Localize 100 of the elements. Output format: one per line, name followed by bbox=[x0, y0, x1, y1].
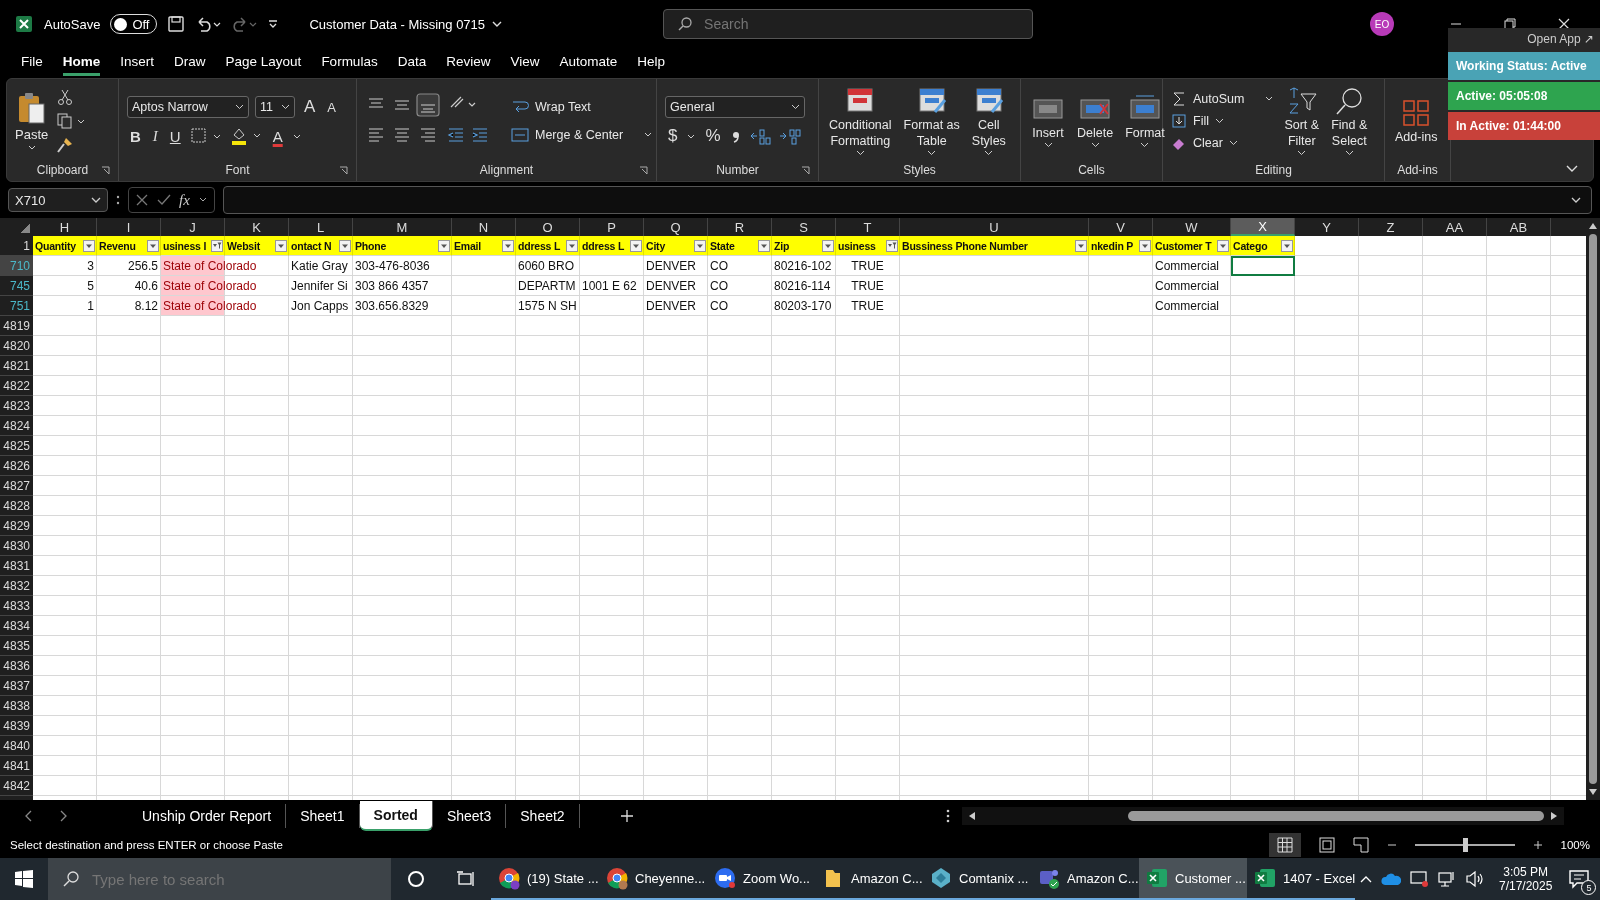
horizontal-scrollbar[interactable] bbox=[962, 807, 1564, 825]
browser-icon[interactable] bbox=[605, 866, 629, 890]
search-field[interactable]: Search bbox=[663, 9, 1034, 39]
page-layout-icon[interactable] bbox=[1318, 837, 1335, 853]
filter-dropdown-icon[interactable] bbox=[438, 239, 450, 252]
italic-button[interactable]: I bbox=[149, 127, 161, 145]
browser-icon[interactable] bbox=[497, 866, 521, 890]
vertical-scrollbar[interactable] bbox=[1586, 218, 1600, 800]
more-icon[interactable] bbox=[946, 809, 950, 823]
cells-button[interactable]: Delete bbox=[1077, 125, 1114, 141]
caret-icon[interactable] bbox=[26, 143, 37, 152]
fill-down-icon[interactable] bbox=[1171, 113, 1187, 129]
start-icon[interactable] bbox=[14, 869, 34, 889]
add-sheet-icon[interactable] bbox=[619, 809, 634, 823]
styles-button[interactable]: Conditional Formatting bbox=[829, 117, 892, 149]
caret-icon[interactable] bbox=[927, 150, 937, 156]
percent-button[interactable]: % bbox=[702, 126, 724, 146]
save-icon[interactable] bbox=[167, 15, 186, 33]
ribbon-tab[interactable]: Page Layout bbox=[225, 50, 302, 76]
cells-button[interactable]: Insert bbox=[1032, 125, 1064, 141]
autosum-button[interactable]: AutoSum bbox=[1193, 92, 1245, 106]
ribbon-tab[interactable]: Draw bbox=[174, 50, 206, 76]
caret-icon[interactable] bbox=[984, 150, 994, 156]
filter-dropdown-icon[interactable] bbox=[1281, 239, 1293, 252]
increase-font-size-button[interactable]: A bbox=[301, 97, 319, 117]
sheet-tab[interactable]: Sorted bbox=[359, 801, 433, 831]
bold-button[interactable]: B bbox=[127, 127, 144, 145]
clear-button[interactable]: Clear bbox=[1193, 136, 1223, 150]
diamond-icon[interactable] bbox=[929, 866, 953, 890]
sheet-tab[interactable]: Sheet3 bbox=[432, 804, 507, 828]
video-camera-icon[interactable] bbox=[713, 866, 737, 890]
caret-icon[interactable] bbox=[1264, 95, 1275, 103]
taskbar-app[interactable]: 1407 - Excel bbox=[1247, 858, 1355, 900]
expand-icon[interactable] bbox=[1570, 196, 1582, 204]
filter-dropdown-icon[interactable] bbox=[694, 239, 706, 252]
fill-button[interactable]: Fill bbox=[1193, 114, 1209, 128]
caret-icon[interactable] bbox=[197, 196, 208, 204]
insert-function-button[interactable]: fx bbox=[179, 191, 190, 209]
filter-applied-icon[interactable] bbox=[886, 239, 898, 252]
zoom-level[interactable]: 100% bbox=[1560, 839, 1590, 851]
taskbar-app[interactable]: Amazon C... bbox=[815, 858, 923, 900]
filter-dropdown-icon[interactable] bbox=[339, 239, 351, 252]
next-sheet-icon[interactable] bbox=[58, 810, 68, 822]
currency-button[interactable]: $ bbox=[665, 126, 681, 146]
caret-icon[interactable] bbox=[643, 131, 654, 139]
find-select-button[interactable]: Find & Select bbox=[1331, 117, 1368, 149]
sort-filter-button[interactable]: Sort & Filter bbox=[1284, 117, 1320, 149]
taskbar-app[interactable]: Customer ... bbox=[1139, 858, 1247, 900]
search-icon[interactable] bbox=[677, 16, 694, 32]
ribbon-tab[interactable]: View bbox=[510, 50, 540, 76]
taskbar-app[interactable]: Comtanix ... bbox=[923, 858, 1031, 900]
cortana-icon[interactable] bbox=[406, 869, 426, 889]
filter-dropdown-icon[interactable] bbox=[502, 239, 514, 252]
decrease-font-size-button[interactable]: A bbox=[324, 99, 339, 115]
scroll-right-icon[interactable] bbox=[1550, 811, 1558, 821]
ribbon-tab[interactable]: Data bbox=[397, 50, 427, 76]
network-icon[interactable] bbox=[1437, 870, 1457, 888]
monitor-alert-icon[interactable] bbox=[1409, 870, 1429, 888]
cancel-icon[interactable] bbox=[135, 193, 149, 207]
add-ins-button[interactable]: Add-ins bbox=[1395, 128, 1438, 145]
normal-view-icon[interactable] bbox=[1268, 833, 1301, 857]
collapse-ribbon-icon[interactable] bbox=[1565, 163, 1579, 173]
caret-icon[interactable] bbox=[1214, 118, 1224, 124]
copy-icon[interactable] bbox=[56, 112, 87, 130]
grid-squares-icon[interactable] bbox=[1401, 97, 1432, 128]
table-brush-icon[interactable] bbox=[916, 86, 947, 116]
caret-icon[interactable] bbox=[1043, 142, 1053, 148]
clipboard-icon[interactable] bbox=[16, 90, 47, 125]
redo-icon[interactable] bbox=[231, 15, 258, 33]
taskbar-app[interactable]: Zoom Wo... bbox=[707, 858, 815, 900]
cut-icon[interactable] bbox=[56, 88, 75, 106]
dialog-launcher-icon[interactable] bbox=[339, 166, 348, 175]
scroll-down-icon[interactable] bbox=[1588, 788, 1598, 796]
caret-icon[interactable] bbox=[1140, 142, 1150, 148]
row-header[interactable]: 710 bbox=[0, 256, 33, 276]
format-painter-icon[interactable] bbox=[56, 136, 75, 154]
font-color-button[interactable]: A bbox=[269, 127, 286, 145]
caret-icon[interactable] bbox=[1090, 142, 1100, 148]
task-view-icon[interactable] bbox=[456, 869, 476, 889]
merge-cells-icon[interactable] bbox=[511, 127, 529, 143]
clock-date[interactable]: 7/17/2025 bbox=[1499, 879, 1553, 893]
user-avatar[interactable]: EO bbox=[1370, 12, 1394, 36]
open-app-link[interactable]: Open App ↗ bbox=[1521, 28, 1600, 50]
caret-icon[interactable] bbox=[281, 104, 290, 110]
dialog-launcher-icon[interactable] bbox=[801, 166, 810, 175]
speaker-icon[interactable] bbox=[1465, 870, 1485, 888]
dialog-launcher-icon[interactable] bbox=[101, 166, 110, 175]
cells-button[interactable]: Format bbox=[1125, 125, 1165, 141]
taskbar-app[interactable]: Cheyenne... bbox=[599, 858, 707, 900]
document-title[interactable]: Customer Data - Missing 0715 bbox=[309, 16, 486, 32]
caret-icon[interactable] bbox=[1344, 150, 1354, 156]
search-icon[interactable] bbox=[62, 870, 80, 888]
more-icon[interactable] bbox=[116, 194, 120, 206]
column-header[interactable]: X bbox=[1231, 218, 1295, 236]
ribbon-tab[interactable]: Formulas bbox=[321, 50, 378, 76]
zoom-in-icon[interactable] bbox=[1532, 840, 1543, 850]
ribbon-tab[interactable]: Help bbox=[637, 50, 666, 76]
taskbar-app[interactable]: (19) State ... bbox=[491, 858, 599, 900]
active-cell[interactable] bbox=[1231, 256, 1295, 276]
clock-time[interactable]: 3:05 PM bbox=[1503, 865, 1549, 879]
